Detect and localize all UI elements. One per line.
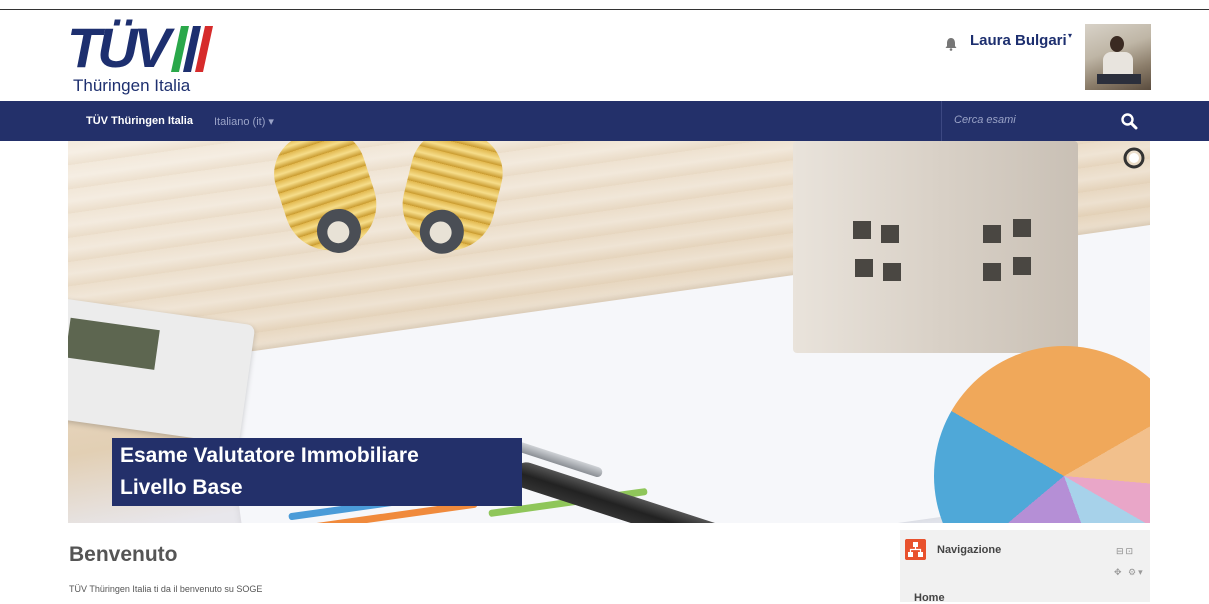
search-icon[interactable]	[1120, 112, 1138, 130]
calculator-screen	[68, 317, 160, 370]
house-window	[855, 259, 873, 277]
house-window	[1013, 219, 1031, 237]
language-selector[interactable]: Italiano (it) ▾	[214, 115, 274, 128]
house-window	[853, 221, 871, 239]
sitemap-icon	[905, 539, 926, 560]
user-menu-caret-icon[interactable]: ▾	[1068, 31, 1072, 40]
navigation-item-home[interactable]: Home	[914, 592, 945, 604]
avatar-head	[1110, 36, 1124, 52]
logo-wordmark: TÜV	[67, 16, 171, 79]
logo-subtitle: Thüringen Italia	[73, 76, 191, 95]
hero-caption: Esame Valutatore Immobiliare Livello Bas…	[112, 438, 522, 506]
avatar[interactable]	[1085, 24, 1151, 90]
block-move-settings-icons[interactable]: ✥ ⚙▾	[1114, 567, 1145, 578]
tuv-logo[interactable]: TÜV Thüringen Italia	[67, 20, 227, 100]
page-title: Benvenuto	[69, 543, 178, 566]
house-window	[1013, 257, 1031, 275]
navigation-block-title: Navigazione	[937, 544, 1002, 556]
house-window	[883, 263, 901, 281]
block-collapse-dock-icons[interactable]: ⊟⊡	[1116, 546, 1135, 557]
nav-home-link[interactable]: TÜV Thüringen Italia	[86, 115, 193, 127]
bell-icon[interactable]	[944, 37, 958, 51]
search-input[interactable]: Cerca esami	[954, 114, 1016, 126]
slideshow-toggle-icon[interactable]	[1123, 147, 1145, 169]
house-window	[983, 225, 1001, 243]
house-window	[983, 263, 1001, 281]
house-window	[881, 225, 899, 243]
user-menu-name[interactable]: Laura Bulgari	[970, 32, 1067, 49]
hero-title-line1: Esame Valutatore Immobiliare	[120, 444, 419, 467]
site-header: TÜV Thüringen Italia Laura Bulgari ▾	[0, 10, 1209, 101]
logo-stripes-icon	[171, 26, 213, 72]
main-navbar: TÜV Thüringen Italia Italiano (it) ▾ Cer…	[0, 101, 1209, 141]
welcome-text: TÜV Thüringen Italia ti da il benvenuto …	[69, 584, 263, 594]
navigation-block: Navigazione ⊟⊡ ✥ ⚙▾ Home	[900, 530, 1150, 604]
hero-house	[793, 141, 1078, 353]
hero-title-line2: Livello Base	[120, 476, 243, 499]
nav-divider	[941, 101, 942, 141]
hero-title: Esame Valutatore Immobiliare Livello Bas…	[120, 440, 520, 504]
hero-banner[interactable]: Esame Valutatore Immobiliare Livello Bas…	[68, 141, 1150, 523]
avatar-legs	[1097, 74, 1141, 84]
